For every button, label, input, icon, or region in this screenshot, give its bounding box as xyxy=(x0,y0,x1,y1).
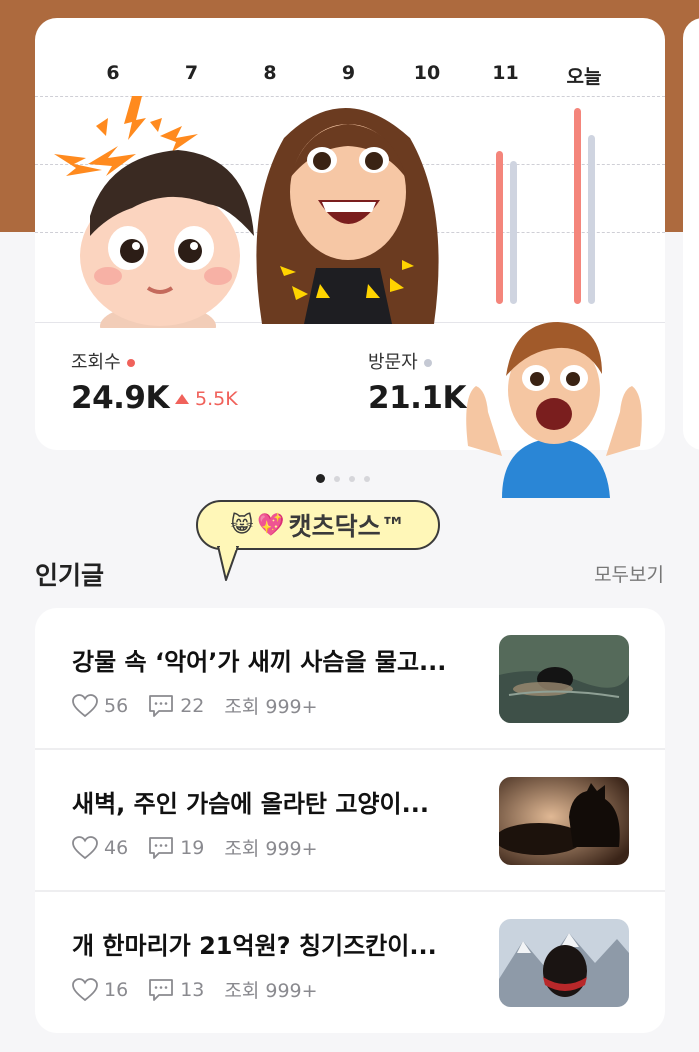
x-axis-label: 8 xyxy=(263,62,277,84)
pager-dot[interactable] xyxy=(316,474,325,483)
catsdocs-sticker-bubble: 😸 💖 캣츠닥스™ xyxy=(196,500,440,550)
comment-count: 13 xyxy=(180,978,205,1001)
sticker-bubble-tail xyxy=(217,546,239,581)
post-thumbnail[interactable] xyxy=(499,777,629,865)
baby-sticker xyxy=(54,96,254,328)
heart-outline-icon[interactable] xyxy=(72,835,98,860)
post-meta: 16 13 조회 999+ xyxy=(72,976,318,1003)
cat-face-icon: 😸 xyxy=(230,512,254,538)
views-bar xyxy=(574,107,581,304)
visitors-legend-dot xyxy=(423,359,432,367)
view-count: 조회 999+ xyxy=(224,696,318,718)
x-axis-label: 10 xyxy=(413,62,441,84)
post-item[interactable]: 개 한마리가 21억원? 칭기즈칸이... 16 13 조회 999+ xyxy=(35,892,665,1033)
post-thumbnail[interactable] xyxy=(499,919,629,1007)
x-axis-label: 6 xyxy=(106,62,120,84)
comment-count: 22 xyxy=(180,694,205,717)
boy-sticker xyxy=(466,322,642,498)
post-thumbnail[interactable] xyxy=(499,635,629,723)
views-metric-label: 조회수 xyxy=(71,348,135,374)
heart-outline-icon[interactable] xyxy=(72,977,98,1002)
like-count: 56 xyxy=(104,694,129,717)
visitors-bar xyxy=(509,160,517,304)
like-count: 16 xyxy=(104,978,129,1001)
post-title: 개 한마리가 21억원? 칭기즈칸이... xyxy=(72,932,437,960)
pager-dot[interactable] xyxy=(364,475,370,482)
visitors-value: 21.1K xyxy=(368,380,467,416)
post-item[interactable]: 새벽, 주인 가슴에 올라탄 고양이... 46 19 조회 999+ xyxy=(35,750,665,892)
popular-section-title: 인기글 xyxy=(35,561,105,590)
sparkling-heart-icon: 💖 xyxy=(257,512,285,538)
x-axis-label: 9 xyxy=(341,62,356,84)
visitors-bar xyxy=(588,135,595,304)
carousel-pager[interactable] xyxy=(316,468,379,487)
x-axis-label: 7 xyxy=(184,62,199,84)
views-legend-dot xyxy=(126,359,135,367)
view-count: 조회 999+ xyxy=(224,980,318,1002)
post-meta: 46 19 조회 999+ xyxy=(72,834,318,861)
post-title: 강물 속 ‘악어’가 새끼 사슴을 물고... xyxy=(72,648,447,676)
post-meta: 56 22 조회 999+ xyxy=(72,692,318,719)
comment-count: 19 xyxy=(180,836,205,859)
next-stats-card-peek[interactable] xyxy=(683,18,699,450)
pager-dot[interactable] xyxy=(349,475,355,482)
heart-outline-icon[interactable] xyxy=(72,693,98,718)
view-count: 조회 999+ xyxy=(224,838,318,860)
speech-bubble-icon[interactable] xyxy=(148,694,174,718)
popular-post-list: 강물 속 ‘악어’가 새끼 사슴을 물고... 56 22 조회 999+ 새벽… xyxy=(35,608,665,1033)
like-count: 46 xyxy=(104,836,129,859)
see-all-link[interactable]: 모두보기 xyxy=(594,560,664,587)
views-value: 24.9K xyxy=(71,380,170,416)
visitors-metric-label: 방문자 xyxy=(368,348,432,374)
x-axis-label: 11 xyxy=(492,62,519,84)
speech-bubble-icon[interactable] xyxy=(148,836,174,860)
views-delta: 5.5K xyxy=(175,388,238,410)
views-bar xyxy=(495,151,503,304)
x-axis-label: 오늘 xyxy=(566,66,602,88)
post-item[interactable]: 강물 속 ‘악어’가 새끼 사슴을 물고... 56 22 조회 999+ xyxy=(35,608,665,750)
pager-dot[interactable] xyxy=(334,475,340,482)
woman-sticker xyxy=(256,108,439,324)
up-triangle-icon xyxy=(175,394,189,404)
speech-bubble-icon[interactable] xyxy=(148,978,174,1002)
post-title: 새벽, 주인 가슴에 올라탄 고양이... xyxy=(72,790,429,818)
sticker-bubble-text: 캣츠닥스™ xyxy=(288,512,406,541)
